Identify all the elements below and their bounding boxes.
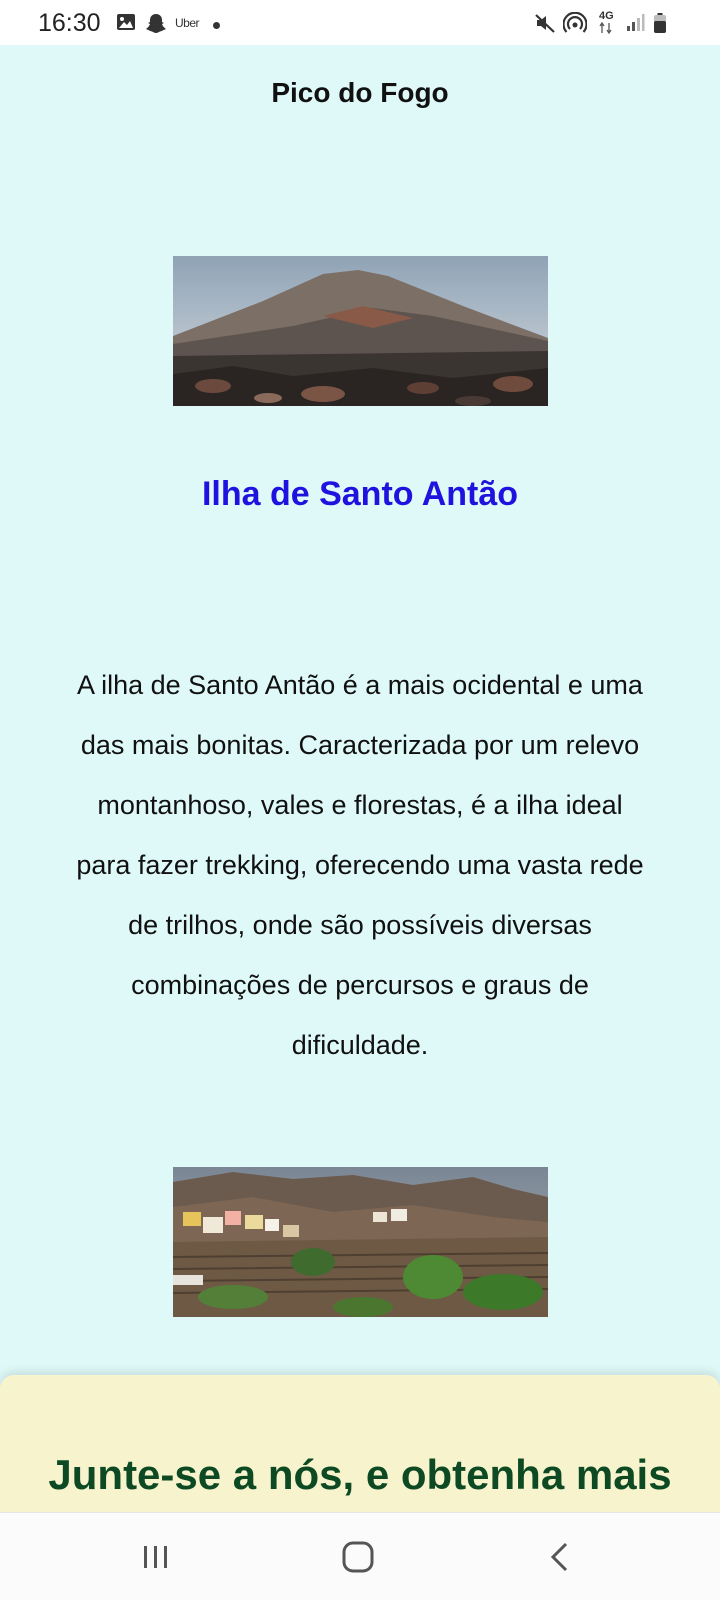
battery-icon xyxy=(653,12,667,39)
recent-apps-icon xyxy=(144,1546,167,1568)
uber-icon: Uber xyxy=(175,16,200,30)
notification-dot-icon xyxy=(213,22,220,29)
volcano-photo xyxy=(173,256,548,406)
join-panel: Junte-se a nós, e obtenha mais xyxy=(0,1375,720,1515)
status-time: 16:30 xyxy=(38,9,101,37)
village-photo xyxy=(173,1167,548,1317)
hotspot-icon xyxy=(562,11,588,39)
mute-icon xyxy=(534,12,556,39)
section-description: A ilha de Santo Antão é a mais ocidental… xyxy=(76,670,644,1060)
page-title: Pico do Fogo xyxy=(271,77,449,108)
section-heading: Ilha de Santo Antão xyxy=(201,475,519,513)
recent-apps-button[interactable] xyxy=(126,1535,186,1579)
navigation-bar xyxy=(0,1512,720,1600)
home-icon xyxy=(342,1541,374,1573)
back-button[interactable] xyxy=(530,1535,590,1579)
status-bar: 16:30 Uber 4G xyxy=(0,0,720,45)
join-title: Junte-se a nós, e obtenha mais xyxy=(48,1451,672,1498)
home-button[interactable] xyxy=(328,1535,388,1579)
snapchat-icon xyxy=(145,12,167,39)
network-4g-icon: 4G xyxy=(599,11,614,34)
signal-icon xyxy=(625,12,645,37)
gallery-icon xyxy=(116,12,136,37)
back-icon xyxy=(550,1542,568,1572)
